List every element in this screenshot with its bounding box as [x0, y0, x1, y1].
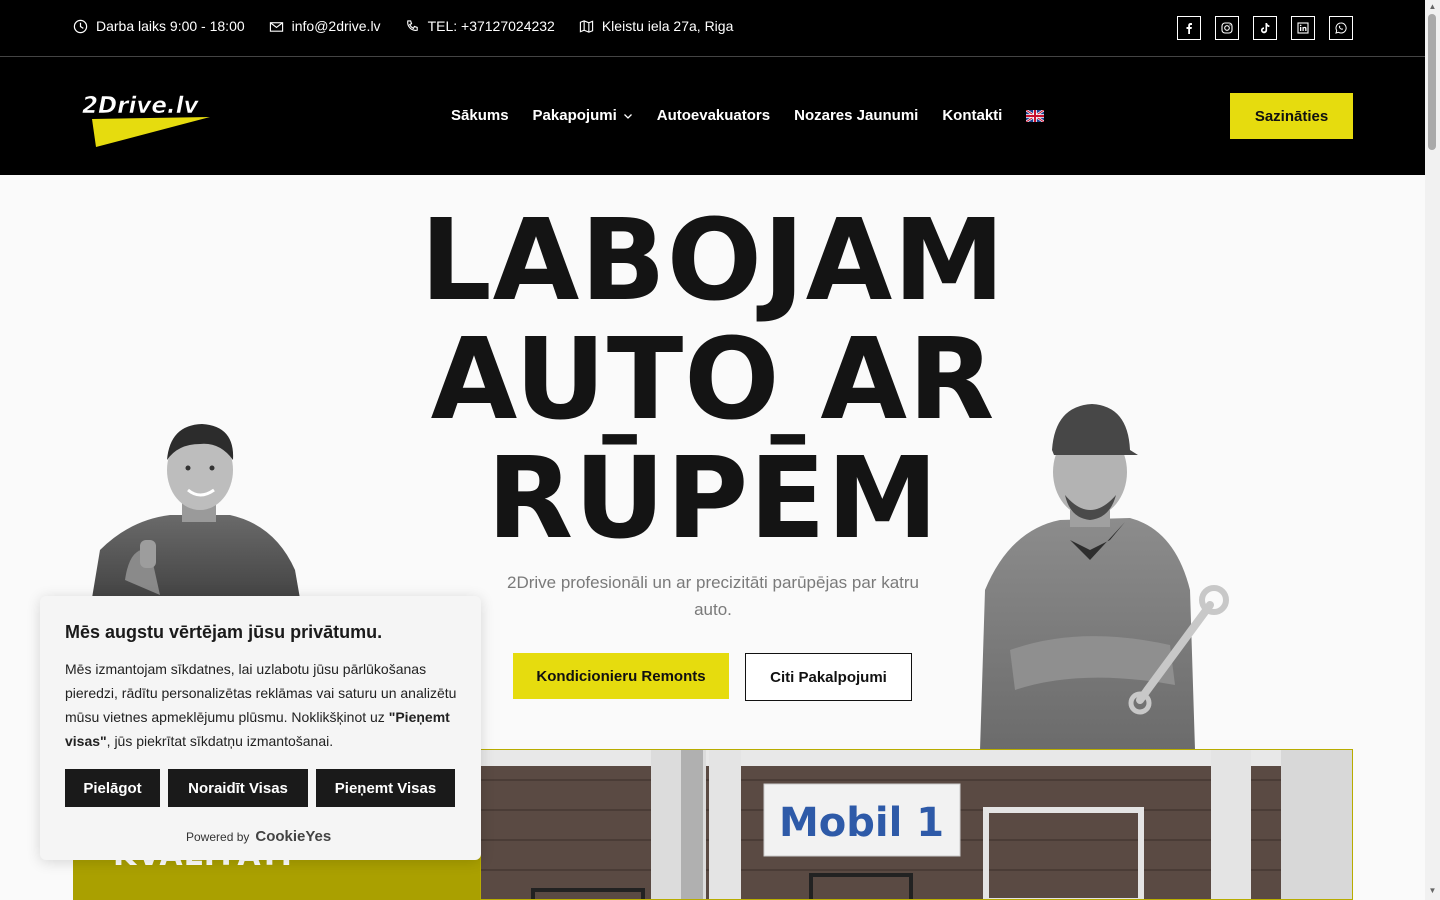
mobil-sign-text: Mobil 1	[779, 800, 944, 846]
page-scrollbar[interactable]: ▲ ▼	[1425, 0, 1440, 900]
chevron-down-icon	[623, 113, 632, 119]
whatsapp-icon[interactable]	[1329, 16, 1353, 40]
instagram-icon[interactable]	[1215, 16, 1239, 40]
hero-subtitle: 2Drive profesionāli un ar precizitāti pa…	[507, 573, 919, 619]
cookie-reject-all-button[interactable]: Noraidīt Visas	[168, 769, 308, 807]
site-logo[interactable]: 2Drive.lv	[82, 91, 212, 149]
main-menu: Sākums Pakapojumi Autoevakuators Nozares…	[451, 107, 1045, 124]
nav-item-news[interactable]: Nozares Jaunumi	[794, 107, 918, 124]
tiktok-icon[interactable]	[1253, 16, 1277, 40]
cookie-powered-by[interactable]: Powered by CookieYes	[186, 828, 331, 845]
nav-item-services[interactable]: Pakapojumi	[533, 107, 633, 124]
cookie-title: Mēs augstu vērtējam jūsu privātumu.	[65, 622, 383, 642]
address: Kleistu iela 27a, Riga	[579, 18, 733, 34]
svg-text:2Drive.lv: 2Drive.lv	[82, 93, 200, 119]
social-links	[1177, 16, 1353, 40]
cookie-customize-button[interactable]: Pielāgot	[65, 769, 160, 807]
scrollbar-thumb[interactable]	[1428, 14, 1436, 150]
map-icon	[579, 19, 593, 33]
scroll-down-icon[interactable]: ▼	[1428, 886, 1437, 895]
en-flag-icon[interactable]	[1026, 109, 1045, 122]
nav-item-home[interactable]: Sākums	[451, 107, 509, 124]
phone-link[interactable]: TEL: +37127024232	[405, 18, 555, 34]
facebook-icon[interactable]	[1177, 16, 1201, 40]
phone-icon	[406, 19, 418, 31]
working-hours: Darba laiks 9:00 - 18:00	[73, 18, 245, 34]
cookie-accept-all-button[interactable]: Pieņemt Visas	[316, 769, 455, 807]
mechanic-with-wrench-image	[980, 404, 1229, 750]
nav-item-contacts[interactable]: Kontakti	[942, 107, 1002, 124]
cookie-consent-dialog: Mēs augstu vērtējam jūsu privātumu. Mēs …	[40, 596, 481, 860]
main-navbar: 2Drive.lv Sākums Pakapojumi Autoevakuato…	[0, 57, 1425, 175]
hero-title: LABOJAM AUTO AR RŪPĒM	[420, 196, 1006, 564]
cookieyes-logo[interactable]: CookieYes	[255, 828, 331, 845]
ac-repair-button[interactable]: Kondicionieru Remonts	[513, 653, 729, 699]
email-link[interactable]: info@2drive.lv	[269, 18, 381, 34]
top-info-bar: Darba laiks 9:00 - 18:00 info@2drive.lv …	[0, 0, 1425, 57]
mail-icon	[269, 21, 283, 32]
contact-cta-button[interactable]: Sazināties	[1230, 93, 1353, 139]
mechanic-thumbs-up-image	[90, 424, 302, 610]
workshop-photo: Mobil 1	[480, 749, 1353, 900]
nav-item-tow-truck[interactable]: Autoevakuators	[657, 107, 770, 124]
clock-icon	[73, 19, 88, 33]
cookie-description: Mēs izmantojam sīkdatnes, lai uzlabotu j…	[65, 661, 457, 749]
other-services-button[interactable]: Citi Pakalpojumi	[745, 653, 912, 701]
contact-info: Darba laiks 9:00 - 18:00 info@2drive.lv …	[73, 18, 757, 34]
linkedin-icon[interactable]	[1291, 16, 1315, 40]
scroll-up-icon[interactable]: ▲	[1428, 2, 1437, 11]
